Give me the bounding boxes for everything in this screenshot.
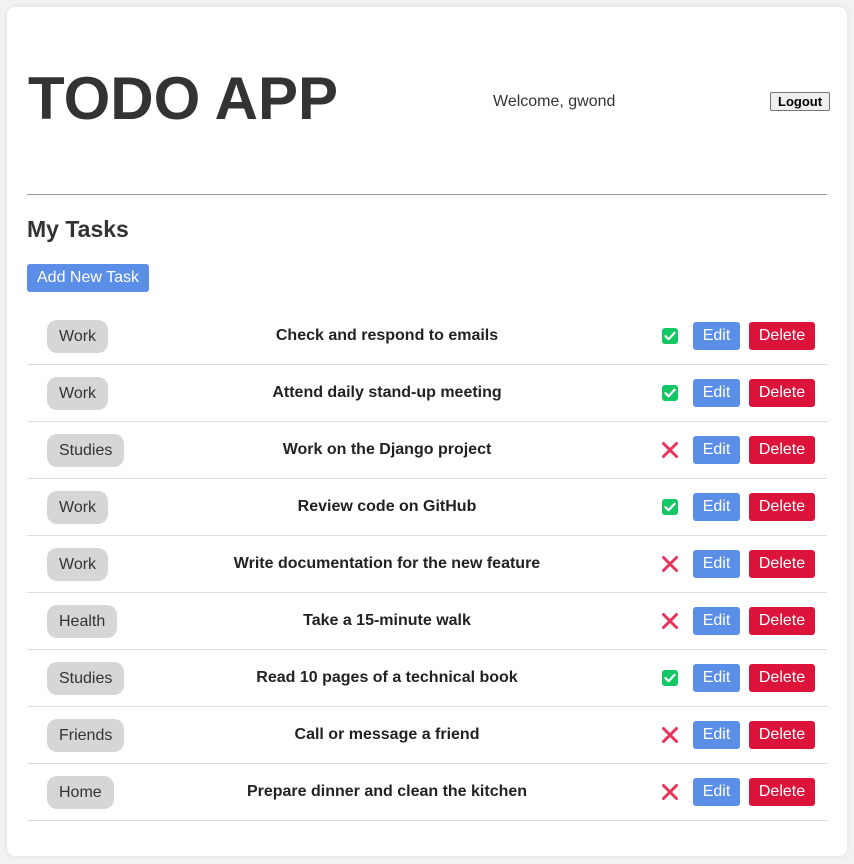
cross-icon (661, 612, 679, 630)
task-row: Work Attend daily stand-up meeting Edit … (27, 365, 827, 422)
task-title: Write documentation for the new feature (233, 555, 541, 572)
task-title: Attend daily stand-up meeting (272, 384, 502, 401)
task-row: Home Prepare dinner and clean the kitche… (27, 764, 827, 821)
edit-button[interactable]: Edit (693, 778, 740, 806)
cross-icon (661, 441, 679, 459)
welcome-text: Welcome, gwond (493, 93, 616, 110)
task-title: Read 10 pages of a technical book (256, 669, 518, 686)
cross-icon (661, 783, 679, 801)
check-box-icon (661, 384, 679, 402)
edit-button[interactable]: Edit (693, 607, 740, 635)
check-box-icon (661, 498, 679, 516)
task-title: Review code on GitHub (297, 498, 477, 515)
category-badge: Home (47, 776, 114, 809)
category-badge: Work (47, 491, 109, 524)
section-title: My Tasks (27, 216, 129, 242)
task-row: Work Review code on GitHub Edit Delete (27, 479, 827, 536)
cross-icon (661, 726, 679, 744)
task-row: Health Take a 15-minute walk Edit Delete (27, 593, 827, 650)
category-badge: Work (47, 548, 109, 581)
delete-button[interactable]: Delete (749, 493, 815, 521)
task-row: Studies Read 10 pages of a technical boo… (27, 650, 827, 707)
check-box-icon (661, 327, 679, 345)
edit-button[interactable]: Edit (693, 721, 740, 749)
header-divider (27, 194, 827, 195)
edit-button[interactable]: Edit (693, 379, 740, 407)
task-list: Work Check and respond to emails Edit De… (27, 308, 827, 821)
todo-card: TODO APP Welcome, gwond Logout My Tasks … (7, 7, 847, 856)
task-title: Work on the Django project (282, 441, 492, 458)
delete-button[interactable]: Delete (749, 436, 815, 464)
add-task-button[interactable]: Add New Task (27, 264, 149, 292)
task-row: Work Check and respond to emails Edit De… (27, 308, 827, 365)
task-title: Prepare dinner and clean the kitchen (246, 783, 528, 800)
task-row: Studies Work on the Django project Edit … (27, 422, 827, 479)
logout-button[interactable]: Logout (770, 92, 831, 111)
category-badge: Studies (47, 662, 125, 695)
edit-button[interactable]: Edit (693, 322, 740, 350)
delete-button[interactable]: Delete (749, 607, 815, 635)
task-title: Call or message a friend (294, 726, 480, 743)
task-title: Check and respond to emails (275, 327, 499, 344)
task-title: Take a 15-minute walk (303, 612, 471, 629)
delete-button[interactable]: Delete (749, 322, 815, 350)
delete-button[interactable]: Delete (749, 664, 815, 692)
edit-button[interactable]: Edit (693, 493, 740, 521)
edit-button[interactable]: Edit (693, 664, 740, 692)
task-row: Work Write documentation for the new fea… (27, 536, 827, 593)
category-badge: Health (47, 605, 118, 638)
delete-button[interactable]: Delete (749, 721, 815, 749)
task-row: Friends Call or message a friend Edit De… (27, 707, 827, 764)
category-badge: Work (47, 320, 109, 353)
edit-button[interactable]: Edit (693, 436, 740, 464)
delete-button[interactable]: Delete (749, 778, 815, 806)
check-box-icon (661, 669, 679, 687)
header: TODO APP Welcome, gwond Logout (27, 7, 831, 194)
category-badge: Friends (47, 719, 125, 752)
category-badge: Studies (47, 434, 125, 467)
edit-button[interactable]: Edit (693, 550, 740, 578)
cross-icon (661, 555, 679, 573)
category-badge: Work (47, 377, 109, 410)
delete-button[interactable]: Delete (749, 379, 815, 407)
delete-button[interactable]: Delete (749, 550, 815, 578)
app-title: TODO APP (28, 65, 339, 132)
